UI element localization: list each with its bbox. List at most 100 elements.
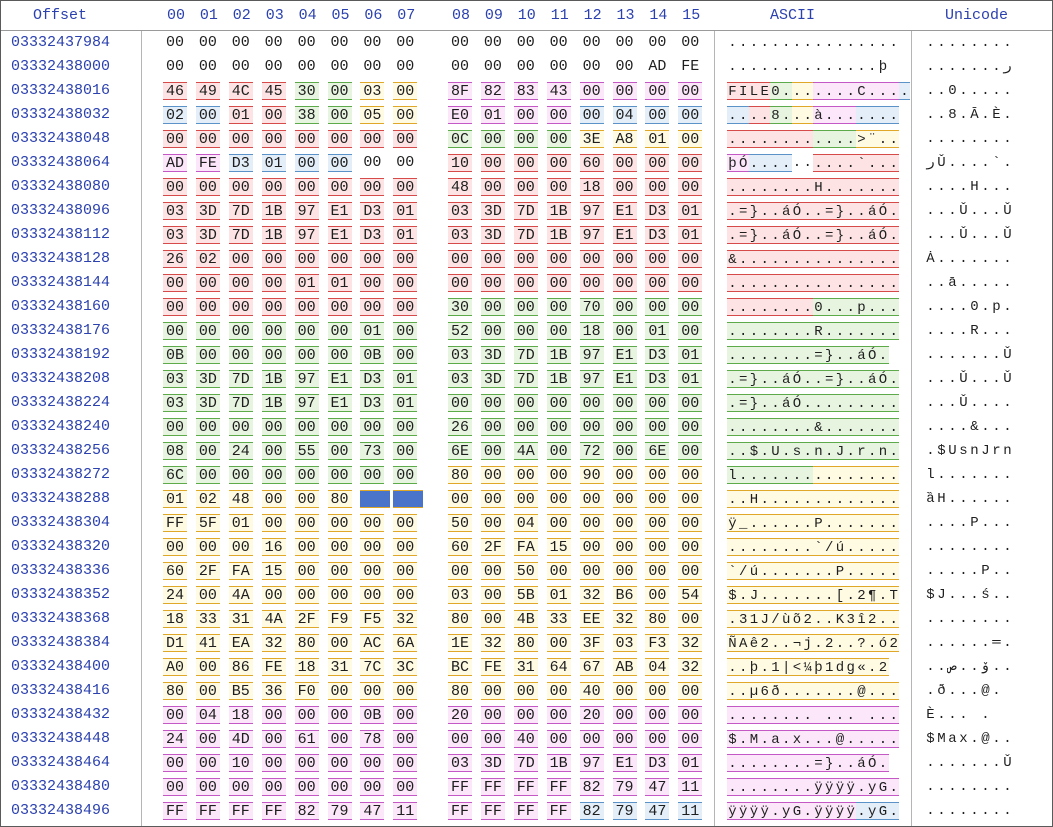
ascii-char[interactable]: ÿ: [759, 802, 771, 820]
hex-byte[interactable]: 00: [448, 58, 472, 76]
ascii-char[interactable]: R: [813, 322, 824, 340]
ascii-char[interactable]: .: [834, 346, 846, 364]
ascii-char[interactable]: .: [737, 730, 749, 748]
ascii-char[interactable]: ÿ: [823, 802, 835, 820]
ascii-char[interactable]: .: [727, 58, 738, 76]
hex-byte[interactable]: 00: [327, 154, 352, 172]
ascii-char[interactable]: .: [738, 34, 749, 52]
hex-byte[interactable]: 00: [645, 682, 670, 700]
hex-byte[interactable]: 24: [163, 730, 187, 748]
hex-byte[interactable]: 97: [294, 394, 319, 412]
hex-byte[interactable]: 73: [360, 442, 385, 460]
ascii-char[interactable]: .: [748, 778, 760, 796]
hex-byte[interactable]: 00: [513, 394, 538, 412]
hex-byte[interactable]: AD: [645, 58, 669, 76]
hex-byte[interactable]: 00: [393, 418, 418, 436]
ascii-char[interactable]: .: [802, 58, 813, 76]
hex-byte[interactable]: 40: [579, 682, 604, 700]
hex-byte[interactable]: 10: [448, 154, 472, 172]
hex-byte[interactable]: 00: [579, 394, 604, 412]
hex-byte[interactable]: 00: [448, 730, 472, 748]
hex-byte[interactable]: 01: [393, 370, 418, 388]
hex-byte[interactable]: FF: [480, 778, 505, 796]
hex-byte[interactable]: 00: [513, 466, 538, 484]
ascii-char[interactable]: .: [802, 370, 814, 388]
hex-byte[interactable]: 00: [546, 394, 571, 412]
ascii-char[interactable]: }: [834, 370, 846, 388]
hex-byte[interactable]: 00: [327, 586, 352, 604]
hex-byte[interactable]: 00: [393, 274, 418, 292]
ascii-char[interactable]: .: [748, 250, 760, 268]
ascii-char[interactable]: .: [813, 250, 824, 268]
ascii-char[interactable]: K: [834, 610, 846, 628]
ascii-char[interactable]: .: [791, 682, 803, 700]
ascii-char[interactable]: .: [823, 610, 835, 628]
ascii-char[interactable]: .: [770, 562, 781, 580]
ascii-char[interactable]: .: [813, 682, 824, 700]
hex-byte[interactable]: D3: [360, 202, 385, 220]
ascii-char[interactable]: .: [791, 250, 803, 268]
ascii-char[interactable]: .: [856, 394, 867, 412]
hex-byte[interactable]: 5F: [195, 514, 220, 532]
ascii-char[interactable]: .: [737, 778, 749, 796]
ascii-char[interactable]: r: [856, 442, 867, 460]
hex-byte[interactable]: 80: [448, 466, 472, 484]
ascii-char[interactable]: 2: [823, 634, 835, 652]
ascii-char[interactable]: .: [802, 154, 813, 172]
hex-byte[interactable]: 00: [360, 34, 384, 52]
hex-byte[interactable]: 00: [678, 34, 702, 52]
ascii-char[interactable]: Ó: [877, 226, 889, 244]
hex-byte[interactable]: 7D: [228, 226, 253, 244]
hex-byte[interactable]: 00: [480, 298, 505, 316]
ascii-char[interactable]: .: [856, 538, 867, 556]
hex-byte[interactable]: 00: [612, 298, 637, 316]
hex-byte[interactable]: 00: [678, 610, 703, 628]
selected-byte[interactable]: [393, 490, 424, 508]
ascii-char[interactable]: 2: [866, 610, 878, 628]
hex-byte[interactable]: F3: [645, 634, 670, 652]
hex-byte[interactable]: 00: [195, 274, 220, 292]
ascii-char[interactable]: .: [770, 274, 781, 292]
ascii-char[interactable]: `: [813, 538, 824, 556]
hex-byte[interactable]: 00: [612, 322, 637, 340]
hex-byte[interactable]: FA: [228, 562, 253, 580]
ascii-char[interactable]: .: [802, 586, 814, 604]
ascii-char[interactable]: .: [791, 562, 803, 580]
ascii-char[interactable]: .: [877, 82, 889, 100]
hex-byte[interactable]: 18: [579, 178, 604, 196]
ascii-char[interactable]: C: [856, 82, 867, 100]
ascii-char[interactable]: .: [888, 778, 900, 796]
ascii-char[interactable]: .: [802, 106, 814, 124]
hex-byte[interactable]: 1B: [261, 226, 286, 244]
ascii-char[interactable]: n: [813, 442, 824, 460]
hex-byte[interactable]: 00: [678, 106, 703, 124]
hex-byte[interactable]: 00: [645, 82, 670, 100]
ascii-char[interactable]: .: [867, 34, 878, 52]
ascii-char[interactable]: .: [780, 466, 792, 484]
hex-byte[interactable]: 60: [579, 154, 604, 172]
ascii-char[interactable]: .: [866, 538, 878, 556]
ascii-char[interactable]: þ: [878, 58, 889, 76]
hex-byte[interactable]: 00: [195, 178, 220, 196]
hex-byte[interactable]: 4A: [228, 586, 253, 604]
ascii-char[interactable]: .: [780, 298, 792, 316]
ascii-char[interactable]: .: [748, 466, 760, 484]
hex-byte[interactable]: 00: [195, 298, 220, 316]
hex-byte[interactable]: 03: [612, 634, 637, 652]
hex-byte[interactable]: 02: [195, 490, 220, 508]
hex-byte[interactable]: 97: [294, 370, 319, 388]
hex-byte[interactable]: 00: [612, 442, 637, 460]
ascii-char[interactable]: .: [888, 730, 900, 748]
ascii-char[interactable]: .: [791, 106, 803, 124]
ascii-char[interactable]: .: [791, 538, 803, 556]
ascii-char[interactable]: y: [866, 802, 878, 820]
hex-byte[interactable]: 00: [360, 586, 385, 604]
hex-byte[interactable]: 00: [579, 514, 604, 532]
hex-byte[interactable]: 00: [195, 346, 220, 364]
hex-byte[interactable]: FF: [480, 802, 505, 820]
ascii-char[interactable]: .: [770, 370, 781, 388]
ascii-char[interactable]: .: [877, 682, 889, 700]
hex-byte[interactable]: 2F: [480, 538, 505, 556]
hex-byte[interactable]: D3: [360, 226, 385, 244]
ascii-char[interactable]: .: [802, 754, 814, 772]
